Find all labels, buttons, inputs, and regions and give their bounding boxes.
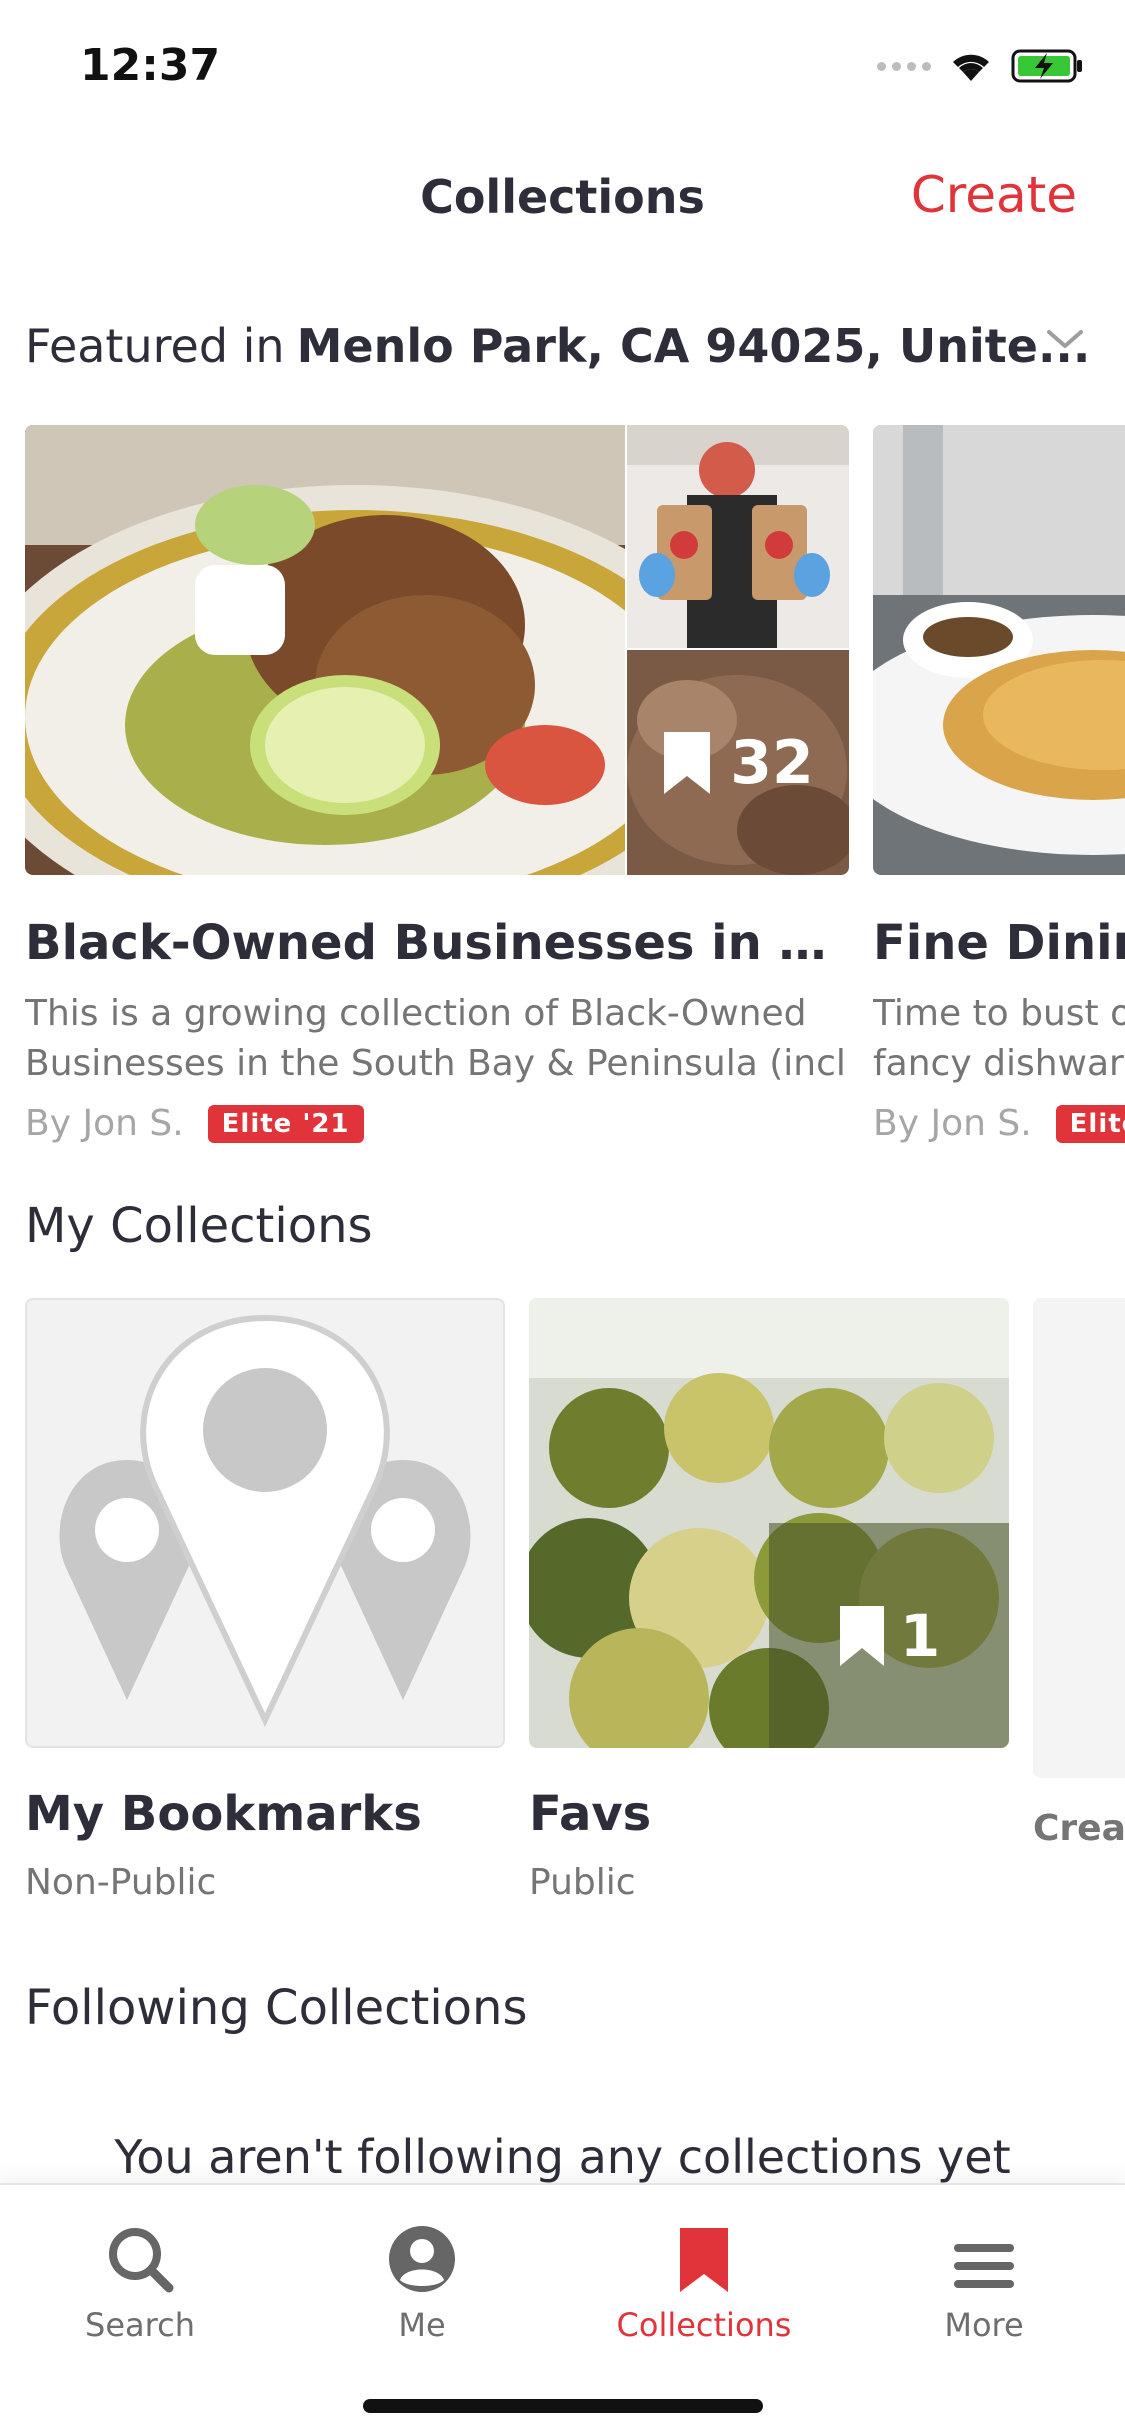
featured-card-description: This is a growing collection of Black-Ow… bbox=[25, 993, 846, 1084]
create-collection-card[interactable]: Create bbox=[1033, 1298, 1125, 1849]
status-bar: 12:37 bbox=[0, 0, 1125, 135]
tab-label: Me bbox=[398, 2306, 446, 2344]
bookmark-icon bbox=[664, 731, 711, 794]
location-selector[interactable]: Featured in Menlo Park, CA 94025, Unite.… bbox=[25, 316, 1090, 376]
tab-label: Search bbox=[85, 2306, 195, 2344]
featured-bookmark-count: 32 bbox=[627, 650, 849, 875]
elite-badge: Elite bbox=[1055, 1104, 1125, 1143]
following-collections-heading: Following Collections bbox=[25, 1980, 528, 2036]
featured-card-images bbox=[873, 425, 1125, 875]
create-button[interactable]: Create bbox=[911, 166, 1077, 224]
collection-title: Favs bbox=[529, 1786, 652, 1842]
featured-card[interactable]: Fine Dining Time to bust out the fancy d… bbox=[873, 425, 1125, 1144]
tab-bar: Search Me Collections More bbox=[0, 2183, 1125, 2436]
bookmark-icon bbox=[680, 2228, 728, 2292]
tab-label: Collections bbox=[616, 2306, 792, 2344]
bookmark-icon bbox=[839, 1605, 884, 1666]
chevron-down-icon bbox=[1047, 330, 1083, 348]
bookmark-count: 1 bbox=[899, 1601, 941, 1670]
collection-thumbnail: 1 bbox=[529, 1298, 1009, 1748]
create-collection-tile bbox=[1033, 1298, 1125, 1778]
featured-card-description: Time to bust out the fancy dishware... B… bbox=[873, 993, 1125, 1084]
collection-visibility: Non-Public bbox=[25, 1862, 217, 1903]
home-indicator bbox=[363, 2399, 763, 2413]
following-empty-message: You aren't following any collections yet bbox=[114, 2130, 1011, 2184]
location-prefix: Featured in bbox=[25, 319, 285, 373]
food-plate-image bbox=[25, 425, 625, 875]
tab-search[interactable]: Search bbox=[40, 2210, 240, 2344]
tab-collections[interactable]: Collections bbox=[604, 2210, 804, 2344]
featured-card-author: By Jon S. Elite bbox=[873, 1103, 1125, 1144]
cellular-signal-icon bbox=[877, 61, 931, 71]
featured-collections-carousel[interactable]: 32 Black-Owned Businesses in the S... Th… bbox=[25, 425, 1125, 1165]
collection-card-my-bookmarks[interactable]: My Bookmarks Non-Public bbox=[25, 1298, 505, 1903]
collection-bookmark-count: 1 bbox=[769, 1523, 1009, 1748]
featured-card-images: 32 bbox=[25, 425, 849, 875]
collection-card-favs[interactable]: 1 Favs Public bbox=[529, 1298, 1009, 1903]
my-collections-carousel[interactable]: My Bookmarks Non-Public 1 Favs Public Cr… bbox=[25, 1298, 1125, 1938]
status-time: 12:37 bbox=[80, 40, 221, 91]
collection-visibility: Public bbox=[529, 1862, 636, 1903]
fine-dining-image bbox=[873, 425, 1125, 875]
profile-icon bbox=[389, 2226, 455, 2292]
bookmark-count: 32 bbox=[730, 727, 814, 798]
author-name: By Jon S. bbox=[873, 1103, 1032, 1144]
featured-card-title: Fine Dining bbox=[873, 915, 1125, 971]
author-name: By Jon S. bbox=[25, 1103, 184, 1144]
drinks-photo-image bbox=[627, 425, 849, 648]
elite-badge: Elite '21 bbox=[207, 1104, 364, 1143]
my-collections-heading: My Collections bbox=[25, 1198, 373, 1254]
collection-title: My Bookmarks bbox=[25, 1786, 422, 1842]
search-icon bbox=[109, 2228, 174, 2293]
featured-card[interactable]: 32 Black-Owned Businesses in the S... Th… bbox=[25, 425, 849, 1144]
featured-card-title: Black-Owned Businesses in the S... bbox=[25, 915, 849, 971]
featured-card-author: By Jon S. Elite '21 bbox=[25, 1103, 849, 1144]
battery-charging-icon bbox=[1011, 49, 1082, 83]
create-collection-label: Create bbox=[1033, 1808, 1125, 1849]
menu-icon bbox=[954, 2244, 1014, 2288]
nav-header: Collections Create bbox=[0, 160, 1125, 240]
map-pins-icon bbox=[59, 1314, 471, 1728]
tab-me[interactable]: Me bbox=[322, 2210, 522, 2344]
collection-thumbnail bbox=[25, 1298, 505, 1748]
tab-more[interactable]: More bbox=[884, 2210, 1084, 2344]
location-value: Menlo Park, CA 94025, Unite... bbox=[296, 319, 1091, 373]
tab-label: More bbox=[944, 2306, 1024, 2344]
wifi-icon bbox=[953, 54, 989, 81]
status-icons bbox=[877, 48, 1085, 84]
